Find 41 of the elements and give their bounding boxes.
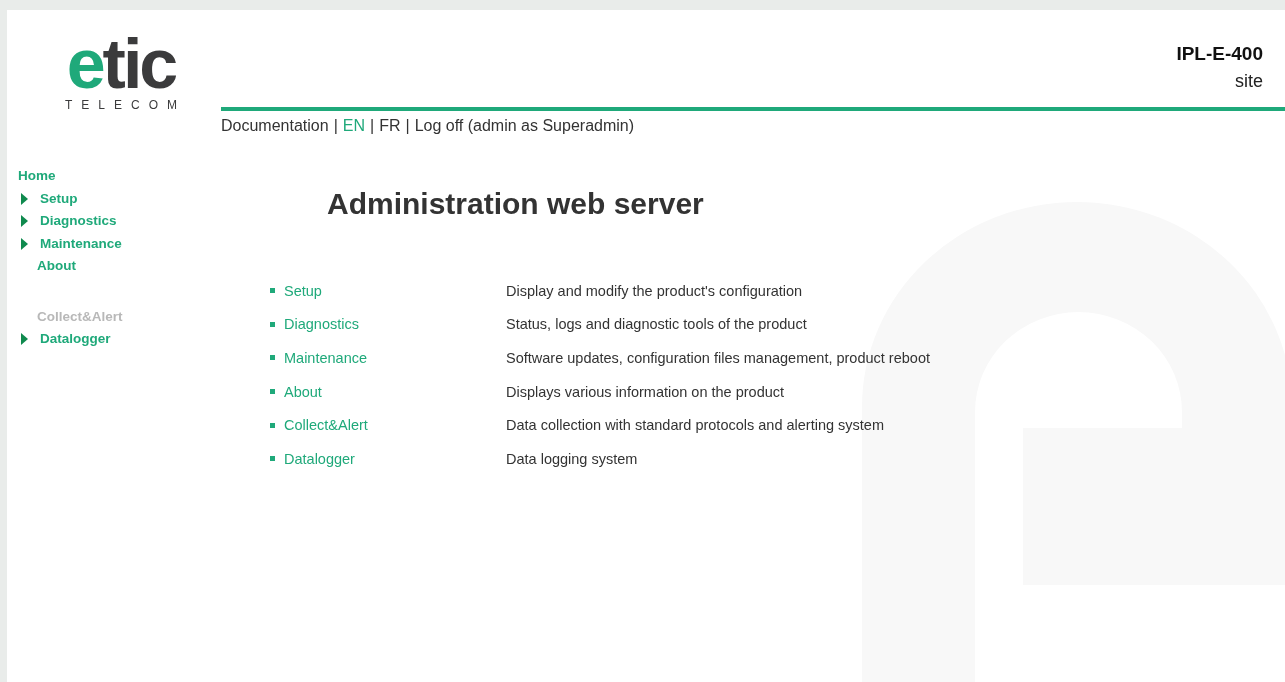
logo-tagline: TELECOM: [64, 98, 186, 112]
link-separator: |: [370, 117, 375, 135]
device-model: IPL-E-400: [1176, 43, 1263, 65]
expand-triangle-icon[interactable]: [21, 192, 28, 205]
expand-triangle-icon[interactable]: [21, 333, 28, 346]
header-link[interactable]: Log off (admin as Superadmin): [414, 117, 635, 135]
nav-link[interactable]: Setup: [40, 187, 78, 210]
link-separator: |: [405, 117, 410, 135]
bullet-icon: [270, 355, 275, 361]
section-description: Software updates, configuration files management, product reboot: [506, 350, 930, 366]
expand-triangle-icon[interactable]: [21, 215, 28, 228]
section-description: Status, logs and diagnostic tools of the product: [506, 316, 807, 333]
nav-link[interactable]: Home: [18, 165, 257, 188]
section-link[interactable]: Collect&Alert: [284, 417, 368, 434]
bullet-icon: [270, 321, 275, 327]
nav-section-label: Collect&Alert: [36, 307, 124, 326]
link-separator: |: [333, 117, 338, 135]
section-link[interactable]: Setup: [284, 282, 322, 299]
device-site: site: [1234, 71, 1263, 92]
page-heading: Administration web server: [327, 187, 705, 221]
bullet-icon: [270, 288, 275, 294]
section-description: Data logging system: [506, 450, 638, 467]
section-link[interactable]: About: [284, 383, 322, 400]
header-link[interactable]: Documentation: [221, 117, 329, 135]
nav-link[interactable]: Diagnostics: [40, 210, 117, 233]
header-link[interactable]: FR: [379, 117, 401, 135]
section-description: Displays various information on the product: [506, 383, 785, 400]
section-description: Data collection with standard protocols and alerting system: [506, 417, 884, 434]
section-link[interactable]: Maintenance: [284, 350, 368, 366]
nav-link[interactable]: Maintenance: [40, 232, 122, 255]
header-link[interactable]: EN: [342, 117, 365, 135]
bullet-icon: [270, 456, 275, 462]
logo-wordmark: etic: [66, 36, 176, 92]
expand-triangle-icon[interactable]: [21, 237, 28, 250]
bullet-icon: [270, 422, 275, 428]
section-description: Display and modify the product's configuration: [506, 282, 803, 299]
nav-link[interactable]: About: [37, 255, 76, 278]
section-link[interactable]: Datalogger: [284, 450, 355, 467]
bullet-icon: [270, 389, 275, 395]
section-link[interactable]: Diagnostics: [284, 316, 359, 333]
nav-link[interactable]: Datalogger: [40, 328, 111, 351]
